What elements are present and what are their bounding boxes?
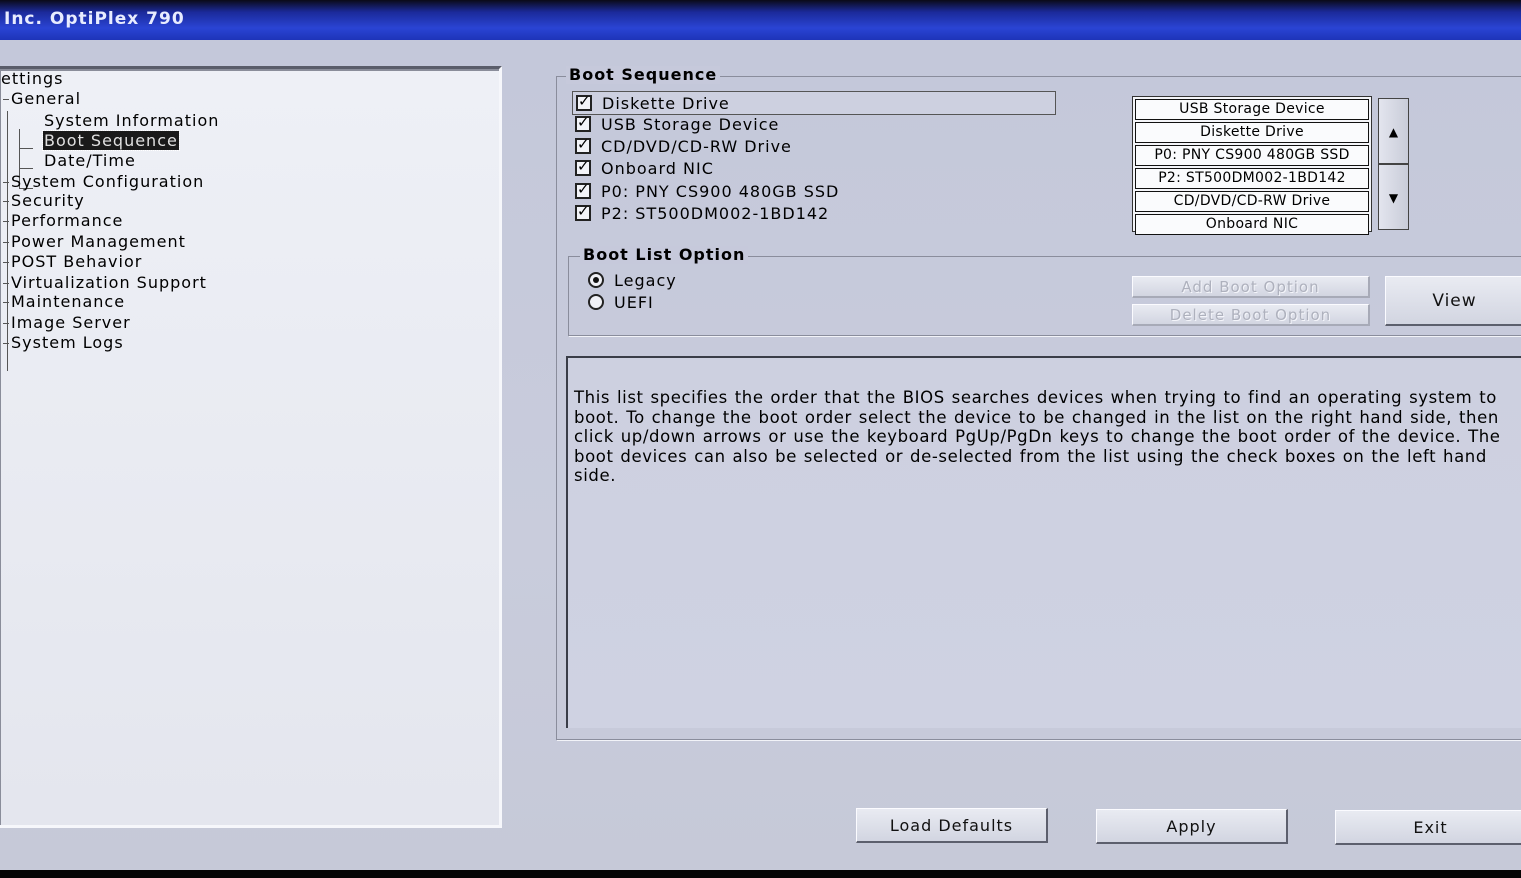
boot-device-nic[interactable]: ✓ Onboard NIC xyxy=(572,157,714,179)
boot-order-item[interactable]: P0: PNY CS900 480GB SSD xyxy=(1135,145,1369,166)
arrow-up-icon: ▲ xyxy=(1388,125,1399,139)
tree-item-virtualization-support[interactable]: Virtualization Support xyxy=(3,273,207,293)
boot-order-list[interactable]: USB Storage Device Diskette Drive P0: PN… xyxy=(1132,96,1372,235)
tree-item-label: System Logs xyxy=(11,333,124,352)
view-button[interactable]: View xyxy=(1385,276,1521,326)
title-bar: Inc. OptiPlex 790 xyxy=(0,0,1521,40)
tree-item-boot-sequence[interactable]: Boot Sequence xyxy=(42,130,180,151)
tree-item-power-management[interactable]: Power Management xyxy=(3,232,186,252)
description-text: This list specifies the order that the B… xyxy=(574,388,1501,485)
radio-label: Legacy xyxy=(614,270,677,290)
description-box: This list specifies the order that the B… xyxy=(566,356,1521,728)
tree-item-general[interactable]: General xyxy=(3,89,81,109)
tree-item-label: Performance xyxy=(11,211,124,230)
tree-item-system-configuration[interactable]: System Configuration xyxy=(3,172,204,192)
arrow-down-icon: ▼ xyxy=(1388,191,1399,205)
boot-sequence-legend: Boot Sequence xyxy=(566,66,721,84)
tree-item-label: Power Management xyxy=(11,232,186,251)
exit-button[interactable]: Exit xyxy=(1335,810,1521,845)
boot-device-p2-hdd[interactable]: ✓ P2: ST500DM002-1BD142 xyxy=(572,202,829,224)
tree-item-system-logs[interactable]: System Logs xyxy=(3,333,124,353)
settings-tree: ettings General System Information Boot … xyxy=(0,66,502,828)
checkbox[interactable]: ✓ xyxy=(575,181,591,199)
tree-item-image-server[interactable]: Image Server xyxy=(3,313,131,333)
tree-item-label: Virtualization Support xyxy=(11,273,207,292)
tree-item-label: Image Server xyxy=(11,313,131,332)
delete-boot-option-button[interactable]: Delete Boot Option xyxy=(1132,304,1370,326)
boot-device-label: Onboard NIC xyxy=(601,158,714,178)
bios-setup-window: ettings General System Information Boot … xyxy=(0,40,1521,870)
checkbox[interactable]: ✓ xyxy=(575,136,591,154)
boot-device-label: Diskette Drive xyxy=(602,93,730,113)
tree-item-label: Date/Time xyxy=(44,151,136,170)
checkbox[interactable]: ✓ xyxy=(575,203,591,221)
move-up-button[interactable]: ▲ xyxy=(1378,98,1409,164)
tree-item-label: Security xyxy=(11,191,85,210)
boot-list-option-group xyxy=(568,256,1521,336)
move-down-button[interactable]: ▼ xyxy=(1378,164,1409,230)
tree-item-label: Boot Sequence xyxy=(42,130,180,151)
tree-root-settings[interactable]: ettings xyxy=(1,69,63,89)
checkbox[interactable]: ✓ xyxy=(575,114,591,132)
tree-item-label: System Configuration xyxy=(11,172,205,191)
boot-order-item[interactable]: CD/DVD/CD-RW Drive xyxy=(1135,191,1369,212)
tree-item-performance[interactable]: Performance xyxy=(3,211,123,231)
boot-device-label: USB Storage Device xyxy=(601,114,780,134)
tree-item-label: POST Behavior xyxy=(11,252,143,271)
boot-device-label: P2: ST500DM002-1BD142 xyxy=(601,203,830,223)
boot-device-diskette[interactable]: ✓ Diskette Drive xyxy=(572,91,1056,115)
boot-order-item[interactable]: P2: ST500DM002-1BD142 xyxy=(1135,168,1369,189)
screen-bottom-edge xyxy=(0,870,1521,878)
boot-device-cdrom[interactable]: ✓ CD/DVD/CD-RW Drive xyxy=(572,135,792,157)
radio-label: UEFI xyxy=(614,292,654,312)
boot-device-p0-ssd[interactable]: ✓ P0: PNY CS900 480GB SSD xyxy=(572,180,839,202)
boot-device-label: CD/DVD/CD-RW Drive xyxy=(601,136,792,156)
tree-root-label: ettings xyxy=(1,69,64,88)
boot-list-option-legend: Boot List Option xyxy=(580,246,749,264)
apply-button[interactable]: Apply xyxy=(1096,809,1288,844)
tree-item-date-time[interactable]: Date/Time xyxy=(44,151,136,171)
checkbox[interactable]: ✓ xyxy=(575,158,591,176)
radio-uefi[interactable]: UEFI xyxy=(588,291,654,313)
checkbox[interactable]: ✓ xyxy=(576,93,592,111)
boot-order-item[interactable]: Onboard NIC xyxy=(1135,214,1369,235)
boot-order-item[interactable]: Diskette Drive xyxy=(1135,122,1369,143)
tree-item-label: System Information xyxy=(44,111,220,130)
boot-device-label: P0: PNY CS900 480GB SSD xyxy=(601,181,840,201)
add-boot-option-button[interactable]: Add Boot Option xyxy=(1132,276,1370,298)
boot-order-item[interactable]: USB Storage Device xyxy=(1135,99,1369,120)
tree-item-system-information[interactable]: System Information xyxy=(44,111,219,131)
tree-item-label: General xyxy=(11,89,82,108)
window-title: Inc. OptiPlex 790 xyxy=(4,9,185,29)
tree-item-security[interactable]: Security xyxy=(3,191,85,211)
boot-device-usb[interactable]: ✓ USB Storage Device xyxy=(572,113,779,135)
tree-item-post-behavior[interactable]: POST Behavior xyxy=(3,252,142,272)
tree-item-label: Maintenance xyxy=(11,292,126,311)
load-defaults-button[interactable]: Load Defaults xyxy=(856,808,1048,843)
tree-item-maintenance[interactable]: Maintenance xyxy=(3,292,125,312)
radio-button[interactable] xyxy=(588,272,604,288)
radio-legacy[interactable]: Legacy xyxy=(588,269,677,291)
radio-button[interactable] xyxy=(588,294,604,310)
